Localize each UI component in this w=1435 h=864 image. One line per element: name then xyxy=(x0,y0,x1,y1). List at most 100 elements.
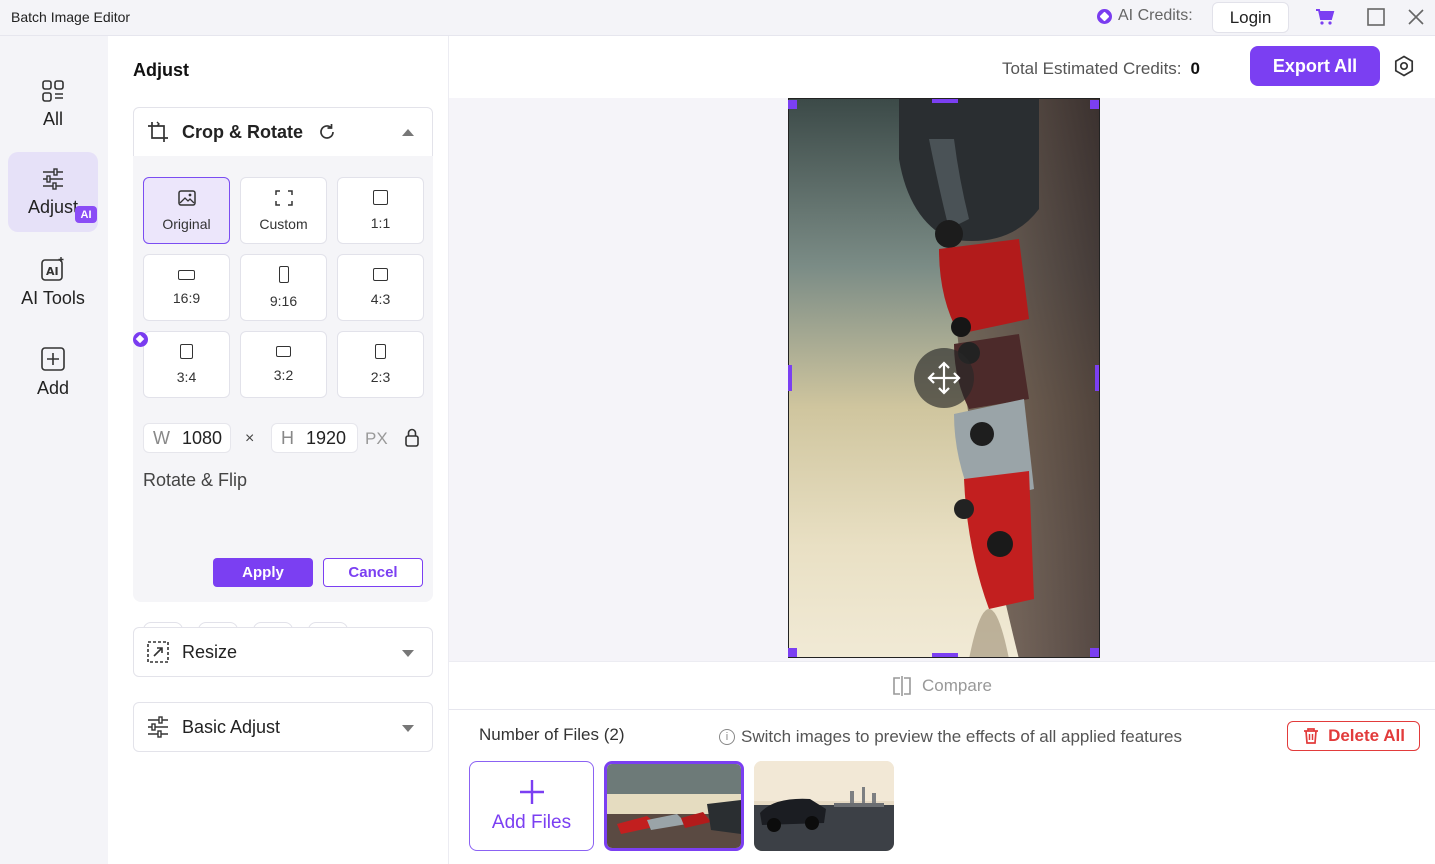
ratio-label: 3:2 xyxy=(273,367,294,383)
height-field[interactable]: H 1920 xyxy=(271,423,358,453)
ai-credit-marker-icon xyxy=(133,332,148,347)
ratio-shape-icon xyxy=(375,344,386,359)
crop-icon xyxy=(148,121,168,142)
ratio-original[interactable]: Original xyxy=(143,177,230,244)
left-rail: All Adjust AI AI Tools Add xyxy=(0,36,108,864)
delete-all-label: Delete All xyxy=(1328,726,1405,745)
unit-label: PX xyxy=(365,429,388,448)
add-files-button[interactable]: Add Files xyxy=(469,761,594,851)
width-field[interactable]: W 1080 xyxy=(143,423,231,453)
ratio-shape-icon xyxy=(178,269,195,280)
ratio-2-3[interactable]: 2:3 xyxy=(337,331,424,398)
rail-item-ai-tools[interactable]: AI AI Tools xyxy=(8,242,98,322)
ai-credits-label: AI Credits: xyxy=(1118,7,1193,24)
ratio-shape-icon xyxy=(180,344,193,359)
lock-icon[interactable] xyxy=(404,428,420,448)
adjust-panel: Adjust Crop & Rotate Original Custom 1:1… xyxy=(108,36,449,864)
delete-all-button[interactable]: Delete All xyxy=(1287,721,1420,751)
basic-adjust-header[interactable]: Basic Adjust xyxy=(133,702,433,752)
reset-icon[interactable] xyxy=(317,122,337,142)
ai-badge: AI xyxy=(75,206,97,223)
file-thumbnail[interactable] xyxy=(604,761,744,851)
settings-icon[interactable] xyxy=(1393,55,1415,77)
times-sign: × xyxy=(245,430,255,447)
plus-square-icon xyxy=(41,346,65,371)
crop-handle-top[interactable] xyxy=(932,99,958,103)
crop-handle-top-left[interactable] xyxy=(788,100,797,109)
file-count: Number of Files (2) xyxy=(479,725,625,744)
ai-credits: AI Credits: xyxy=(1097,7,1193,25)
ratio-3-4[interactable]: 3:4 xyxy=(143,331,230,398)
apply-button[interactable]: Apply xyxy=(213,558,313,587)
info-icon: i xyxy=(719,729,735,745)
files-area: Number of Files (2) i Switch images to p… xyxy=(449,709,1435,864)
ratio-label: 3:4 xyxy=(176,369,197,385)
export-all-button[interactable]: Export All xyxy=(1250,46,1380,86)
compare-icon[interactable] xyxy=(892,675,912,697)
ratio-shape-icon xyxy=(373,268,388,281)
switch-hint: i Switch images to preview the effects o… xyxy=(719,727,1182,747)
rail-item-add[interactable]: Add xyxy=(8,332,98,412)
rotate-flip-title: Rotate & Flip xyxy=(143,470,248,490)
move-icon xyxy=(927,361,961,395)
height-prefix: H xyxy=(281,427,294,448)
move-handle[interactable] xyxy=(914,348,974,408)
crop-handle-bottom-right[interactable] xyxy=(1090,648,1099,657)
expand-caret-icon[interactable] xyxy=(402,725,414,732)
crop-handle-bottom[interactable] xyxy=(932,653,958,657)
ratio-label: Custom xyxy=(259,215,308,232)
hint-text: Switch images to preview the effects of … xyxy=(741,727,1182,746)
collapse-caret-icon[interactable] xyxy=(402,129,414,136)
add-files-label: Add Files xyxy=(491,812,572,833)
crop-handle-bottom-left[interactable] xyxy=(788,648,797,657)
panel-title: Adjust xyxy=(133,60,189,80)
height-value: 1920 xyxy=(306,427,347,448)
crop-handle-right[interactable] xyxy=(1095,365,1099,391)
ratio-16-9[interactable]: 16:9 xyxy=(143,254,230,321)
plus-icon xyxy=(519,780,544,804)
ratio-1-1[interactable]: 1:1 xyxy=(337,177,424,244)
cart-icon[interactable] xyxy=(1314,6,1336,28)
sliders-icon xyxy=(148,716,168,738)
resize-icon xyxy=(147,641,169,663)
sliders-icon xyxy=(43,167,63,190)
cancel-button[interactable]: Cancel xyxy=(323,558,423,587)
rail-item-label: All xyxy=(42,108,63,129)
basic-adjust-title: Basic Adjust xyxy=(182,716,281,737)
ratio-label: Original xyxy=(162,215,211,232)
total-credits-label: Total Estimated Credits: xyxy=(1002,59,1182,78)
ratio-4-3[interactable]: 4:3 xyxy=(337,254,424,321)
ratio-label: 4:3 xyxy=(370,291,391,307)
rail-item-all[interactable]: All xyxy=(8,64,98,144)
expand-caret-icon[interactable] xyxy=(402,650,414,657)
width-prefix: W xyxy=(153,427,170,448)
crop-handle-left[interactable] xyxy=(788,365,792,391)
ratio-label: 16:9 xyxy=(172,289,201,306)
close-icon[interactable] xyxy=(1405,6,1427,28)
login-button[interactable]: Login xyxy=(1212,2,1289,33)
maximize-icon[interactable] xyxy=(1365,6,1387,28)
width-value: 1080 xyxy=(182,427,223,448)
crop-handle-top-right[interactable] xyxy=(1090,100,1099,109)
ai-tools-icon: AI xyxy=(41,256,64,281)
ratio-9-16[interactable]: 9:16 xyxy=(240,254,327,321)
file-thumbnail[interactable] xyxy=(754,761,894,851)
dark-car-image xyxy=(754,761,894,851)
image-canvas xyxy=(449,98,1435,661)
crop-rotate-header[interactable]: Crop & Rotate xyxy=(133,107,433,157)
trash-icon xyxy=(1304,728,1319,744)
grid-icon xyxy=(42,79,64,102)
crop-rotate-title: Crop & Rotate xyxy=(182,121,303,142)
crop-rotate-body: Original Custom 1:1 16:9 9:16 4:3 3:4 3:… xyxy=(133,156,433,662)
compare-bar: Compare xyxy=(449,661,1435,709)
ratio-3-2[interactable]: 3:2 xyxy=(240,331,327,398)
image-icon xyxy=(177,189,196,206)
ratio-shape-icon xyxy=(278,266,289,283)
compare-label[interactable]: Compare xyxy=(922,676,992,696)
rail-item-label: Add xyxy=(36,377,70,398)
race-cars-image xyxy=(607,764,741,848)
ratio-custom[interactable]: Custom xyxy=(240,177,327,244)
resize-title: Resize xyxy=(182,641,238,662)
main-top-bar: Total Estimated Credits: 0 Export All xyxy=(449,36,1435,98)
resize-header[interactable]: Resize xyxy=(133,627,433,677)
